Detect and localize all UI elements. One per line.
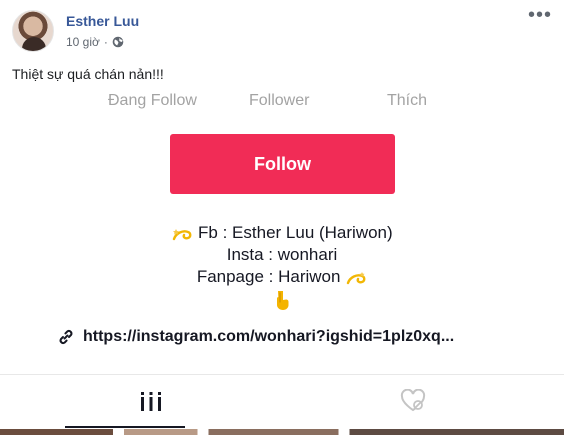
tab-liked[interactable]: [272, 375, 554, 427]
stat-follower-label: Follower: [249, 92, 310, 109]
stat-likes-label: Thích: [387, 92, 428, 109]
profile-link-row[interactable]: https://instagram.com/wonhari?igshid=1pl…: [57, 328, 454, 346]
stat-following-label: Đang Follow: [108, 92, 197, 109]
tiktok-profile-screenshot[interactable]: Đang Follow Follower Thích Follow Fb : E…: [0, 84, 564, 435]
post-meta: 10 giờ ·: [66, 35, 124, 49]
bio-fb-text: Fb : Esther Luu (Hariwon): [198, 223, 393, 242]
bio-line-fb: Fb : Esther Luu (Hariwon): [0, 222, 564, 244]
follow-button[interactable]: Follow: [170, 134, 395, 194]
bio-line-insta: Insta : wonhari: [226, 245, 338, 264]
globe-icon[interactable]: [112, 36, 124, 48]
author-name[interactable]: Esther Luu: [66, 13, 139, 29]
videos-grid-icon: [141, 392, 161, 411]
bio-fanpage-text: Fanpage : Hariwon: [196, 267, 341, 286]
dizzy-emoji-icon: [173, 228, 192, 240]
meta-separator: ·: [103, 35, 108, 49]
dizzy-emoji-icon: [346, 271, 366, 284]
post-header: Esther Luu 10 giờ · •••: [0, 0, 564, 60]
liked-videos-icon: [400, 389, 426, 412]
tab-videos[interactable]: [10, 375, 292, 427]
post-caption: Thiệt sự quá chán nản!!!: [12, 66, 164, 82]
profile-bio: Fb : Esther Luu (Hariwon) Insta : wonhar…: [0, 222, 564, 311]
profile-link-text[interactable]: https://instagram.com/wonhari?igshid=1pl…: [83, 328, 454, 346]
link-icon: [59, 329, 73, 345]
author-avatar[interactable]: [12, 10, 54, 52]
bio-line-fanpage: Fanpage : Hariwon: [0, 266, 564, 288]
video-thumbnails-strip[interactable]: [0, 429, 564, 435]
more-options-icon[interactable]: •••: [528, 5, 552, 26]
profile-tabbar: [0, 375, 564, 429]
active-tab-indicator: [65, 426, 185, 428]
post-time[interactable]: 10 giờ: [66, 35, 100, 49]
bio-line-emoji: [0, 288, 564, 311]
point-down-emoji-icon: [277, 290, 289, 310]
profile-stats: Đang Follow Follower Thích: [0, 92, 564, 112]
